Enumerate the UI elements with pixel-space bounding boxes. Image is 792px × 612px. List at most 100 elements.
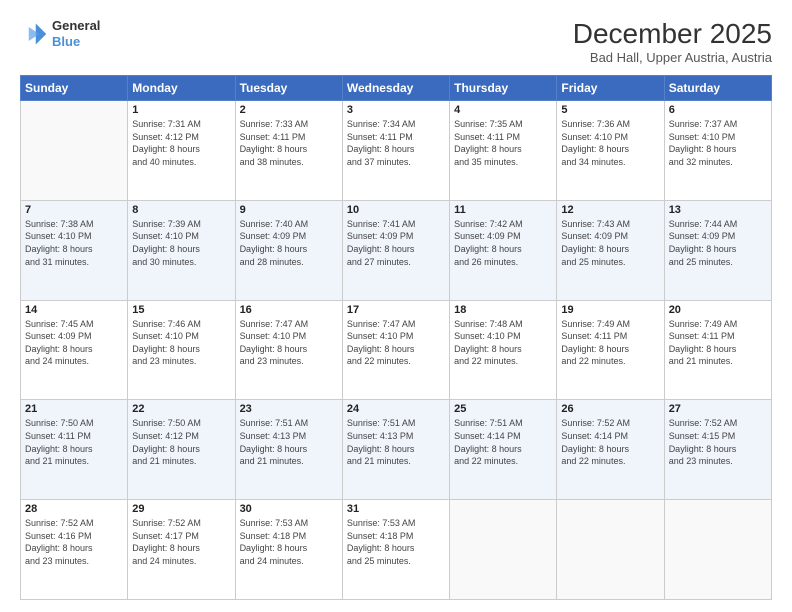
calendar-cell: 11Sunrise: 7:42 AMSunset: 4:09 PMDayligh… <box>450 200 557 300</box>
day-number: 21 <box>25 403 123 415</box>
day-number: 16 <box>240 304 338 316</box>
cell-info-line: Daylight: 8 hours <box>132 343 230 356</box>
calendar-cell <box>450 500 557 600</box>
cell-info-line: Daylight: 8 hours <box>561 143 659 156</box>
calendar-cell: 27Sunrise: 7:52 AMSunset: 4:15 PMDayligh… <box>664 400 771 500</box>
day-number: 18 <box>454 304 552 316</box>
cell-info-line: and 24 minutes. <box>132 555 230 568</box>
day-number: 19 <box>561 304 659 316</box>
cell-info-line: Sunset: 4:10 PM <box>454 330 552 343</box>
calendar-cell: 29Sunrise: 7:52 AMSunset: 4:17 PMDayligh… <box>128 500 235 600</box>
cell-info-line: Daylight: 8 hours <box>561 443 659 456</box>
calendar-cell: 5Sunrise: 7:36 AMSunset: 4:10 PMDaylight… <box>557 101 664 201</box>
cell-info-line: Sunset: 4:10 PM <box>240 330 338 343</box>
cell-info-line: and 21 minutes. <box>132 455 230 468</box>
cell-info-line: Sunrise: 7:37 AM <box>669 118 767 131</box>
cell-info-line: and 28 minutes. <box>240 256 338 269</box>
day-number: 23 <box>240 403 338 415</box>
cell-info-line: Sunset: 4:13 PM <box>347 430 445 443</box>
cell-info-line: Sunrise: 7:44 AM <box>669 218 767 231</box>
logo-line1: General <box>52 18 100 34</box>
cell-info-line: Sunrise: 7:47 AM <box>347 318 445 331</box>
cell-info-line: Daylight: 8 hours <box>669 243 767 256</box>
cell-info-line: Daylight: 8 hours <box>669 143 767 156</box>
cell-info-line: Sunrise: 7:41 AM <box>347 218 445 231</box>
cell-info-line: Sunset: 4:11 PM <box>347 131 445 144</box>
weekday-header-wednesday: Wednesday <box>342 76 449 101</box>
cell-info-line: Daylight: 8 hours <box>132 243 230 256</box>
cell-info-line: and 24 minutes. <box>25 355 123 368</box>
cell-info-line: and 22 minutes. <box>561 355 659 368</box>
calendar-cell: 7Sunrise: 7:38 AMSunset: 4:10 PMDaylight… <box>21 200 128 300</box>
calendar-cell: 22Sunrise: 7:50 AMSunset: 4:12 PMDayligh… <box>128 400 235 500</box>
calendar-cell: 20Sunrise: 7:49 AMSunset: 4:11 PMDayligh… <box>664 300 771 400</box>
cell-info-line: Sunset: 4:09 PM <box>454 230 552 243</box>
cell-info-line: Sunrise: 7:49 AM <box>669 318 767 331</box>
cell-info-line: Sunrise: 7:49 AM <box>561 318 659 331</box>
cell-info-line: Sunrise: 7:50 AM <box>25 417 123 430</box>
day-number: 8 <box>132 204 230 216</box>
cell-info-line: and 21 minutes. <box>669 355 767 368</box>
cell-info-line: and 30 minutes. <box>132 256 230 269</box>
cell-info-line: and 25 minutes. <box>347 555 445 568</box>
day-number: 20 <box>669 304 767 316</box>
calendar-cell: 1Sunrise: 7:31 AMSunset: 4:12 PMDaylight… <box>128 101 235 201</box>
calendar-cell: 30Sunrise: 7:53 AMSunset: 4:18 PMDayligh… <box>235 500 342 600</box>
cell-info-line: Sunrise: 7:53 AM <box>240 517 338 530</box>
day-number: 29 <box>132 503 230 515</box>
cell-info-line: Daylight: 8 hours <box>240 443 338 456</box>
calendar-cell: 23Sunrise: 7:51 AMSunset: 4:13 PMDayligh… <box>235 400 342 500</box>
cell-info-line: Sunrise: 7:51 AM <box>454 417 552 430</box>
cell-info-line: Daylight: 8 hours <box>132 542 230 555</box>
cell-info-line: Daylight: 8 hours <box>347 443 445 456</box>
title-block: December 2025 Bad Hall, Upper Austria, A… <box>573 18 772 65</box>
cell-info-line: Daylight: 8 hours <box>347 343 445 356</box>
calendar-cell: 14Sunrise: 7:45 AMSunset: 4:09 PMDayligh… <box>21 300 128 400</box>
day-number: 6 <box>669 104 767 116</box>
day-number: 27 <box>669 403 767 415</box>
day-number: 7 <box>25 204 123 216</box>
page: General Blue December 2025 Bad Hall, Upp… <box>0 0 792 612</box>
cell-info-line: Sunset: 4:12 PM <box>132 131 230 144</box>
weekday-header-row: SundayMondayTuesdayWednesdayThursdayFrid… <box>21 76 772 101</box>
cell-info-line: Sunset: 4:14 PM <box>454 430 552 443</box>
day-number: 4 <box>454 104 552 116</box>
day-number: 1 <box>132 104 230 116</box>
cell-info-line: Sunrise: 7:35 AM <box>454 118 552 131</box>
cell-info-line: Sunset: 4:09 PM <box>561 230 659 243</box>
cell-info-line: and 31 minutes. <box>25 256 123 269</box>
day-number: 22 <box>132 403 230 415</box>
calendar-cell: 4Sunrise: 7:35 AMSunset: 4:11 PMDaylight… <box>450 101 557 201</box>
calendar-week-3: 14Sunrise: 7:45 AMSunset: 4:09 PMDayligh… <box>21 300 772 400</box>
weekday-header-saturday: Saturday <box>664 76 771 101</box>
cell-info-line: Daylight: 8 hours <box>25 243 123 256</box>
calendar-cell: 10Sunrise: 7:41 AMSunset: 4:09 PMDayligh… <box>342 200 449 300</box>
month-title: December 2025 <box>573 18 772 50</box>
cell-info-line: Sunset: 4:12 PM <box>132 430 230 443</box>
cell-info-line: Sunset: 4:15 PM <box>669 430 767 443</box>
calendar-cell: 16Sunrise: 7:47 AMSunset: 4:10 PMDayligh… <box>235 300 342 400</box>
cell-info-line: Sunrise: 7:50 AM <box>132 417 230 430</box>
cell-info-line: and 32 minutes. <box>669 156 767 169</box>
cell-info-line: Sunrise: 7:52 AM <box>25 517 123 530</box>
cell-info-line: and 22 minutes. <box>347 355 445 368</box>
calendar-cell <box>557 500 664 600</box>
logo-text: General Blue <box>52 18 100 49</box>
cell-info-line: Sunrise: 7:51 AM <box>240 417 338 430</box>
cell-info-line: and 23 minutes. <box>132 355 230 368</box>
day-number: 25 <box>454 403 552 415</box>
cell-info-line: Sunset: 4:09 PM <box>240 230 338 243</box>
day-number: 15 <box>132 304 230 316</box>
cell-info-line: Sunset: 4:11 PM <box>25 430 123 443</box>
cell-info-line: and 37 minutes. <box>347 156 445 169</box>
cell-info-line: Sunset: 4:10 PM <box>132 230 230 243</box>
logo: General Blue <box>20 18 100 49</box>
cell-info-line: Daylight: 8 hours <box>347 542 445 555</box>
cell-info-line: Sunset: 4:17 PM <box>132 530 230 543</box>
cell-info-line: Sunrise: 7:38 AM <box>25 218 123 231</box>
cell-info-line: Sunset: 4:09 PM <box>25 330 123 343</box>
cell-info-line: Daylight: 8 hours <box>25 443 123 456</box>
cell-info-line: Sunset: 4:11 PM <box>454 131 552 144</box>
location-subtitle: Bad Hall, Upper Austria, Austria <box>573 50 772 65</box>
cell-info-line: and 22 minutes. <box>561 455 659 468</box>
